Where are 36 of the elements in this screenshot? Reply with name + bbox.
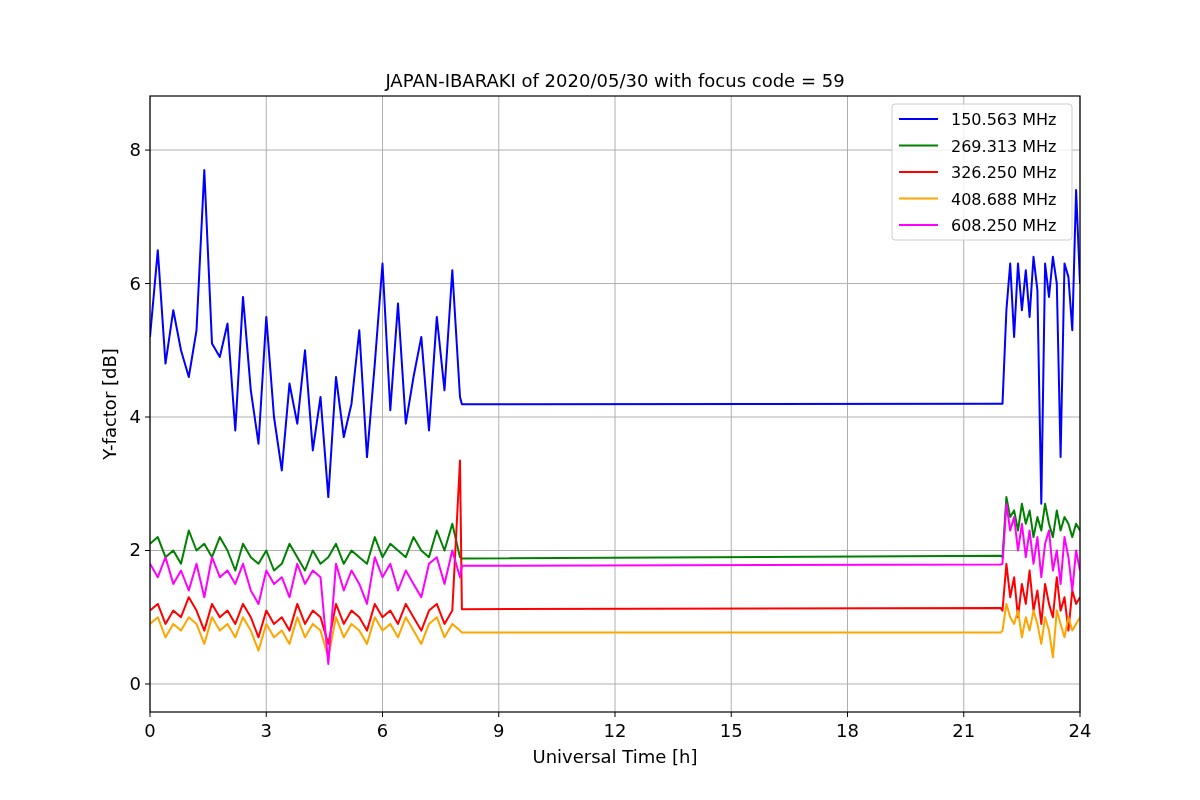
tick-mark <box>382 711 383 718</box>
tick-mark <box>614 711 616 718</box>
y-tick-label: 4 <box>129 406 141 427</box>
x-tick-label: 9 <box>493 720 505 741</box>
tick-mark <box>144 416 151 418</box>
legend-label: 326.250 MHz <box>951 163 1057 182</box>
tick-mark <box>730 711 732 718</box>
x-tick-label: 12 <box>603 720 627 741</box>
x-tick-label: 18 <box>836 720 859 741</box>
tick-mark <box>1079 711 1081 718</box>
y-tick-label: 8 <box>129 139 141 161</box>
y-axis-label: Y-factor [dB] <box>99 348 120 460</box>
y-tick-label: 0 <box>129 672 141 694</box>
chart-title: JAPAN-IBARAKI of 2020/05/30 with focus code = 59 <box>385 70 845 91</box>
tick-mark <box>149 711 151 718</box>
legend-label: 608.250 MHz <box>951 216 1057 235</box>
y-tick-label: 6 <box>129 272 141 294</box>
x-tick-label: 0 <box>144 720 156 741</box>
legend-label: 269.313 MHz <box>951 136 1057 156</box>
tick-mark <box>847 711 848 718</box>
x-tick-label: 24 <box>1068 720 1092 741</box>
x-tick-label: 6 <box>376 720 389 741</box>
tick-mark <box>498 711 500 718</box>
tick-mark <box>144 683 151 685</box>
legend-label: 150.563 MHz <box>951 110 1057 129</box>
x-axis-label: Universal Time [h] <box>532 746 698 767</box>
tick-mark <box>963 711 965 718</box>
legend-label: 408.688 MHz <box>951 189 1057 209</box>
x-tick-label: 21 <box>952 720 976 741</box>
x-tick-label: 3 <box>260 720 272 741</box>
tick-mark <box>144 550 151 551</box>
y-tick-label: 2 <box>129 539 141 561</box>
tick-mark <box>144 149 151 151</box>
tick-mark <box>265 711 267 718</box>
x-tick-label: 15 <box>719 720 743 741</box>
tick-mark <box>144 283 151 285</box>
